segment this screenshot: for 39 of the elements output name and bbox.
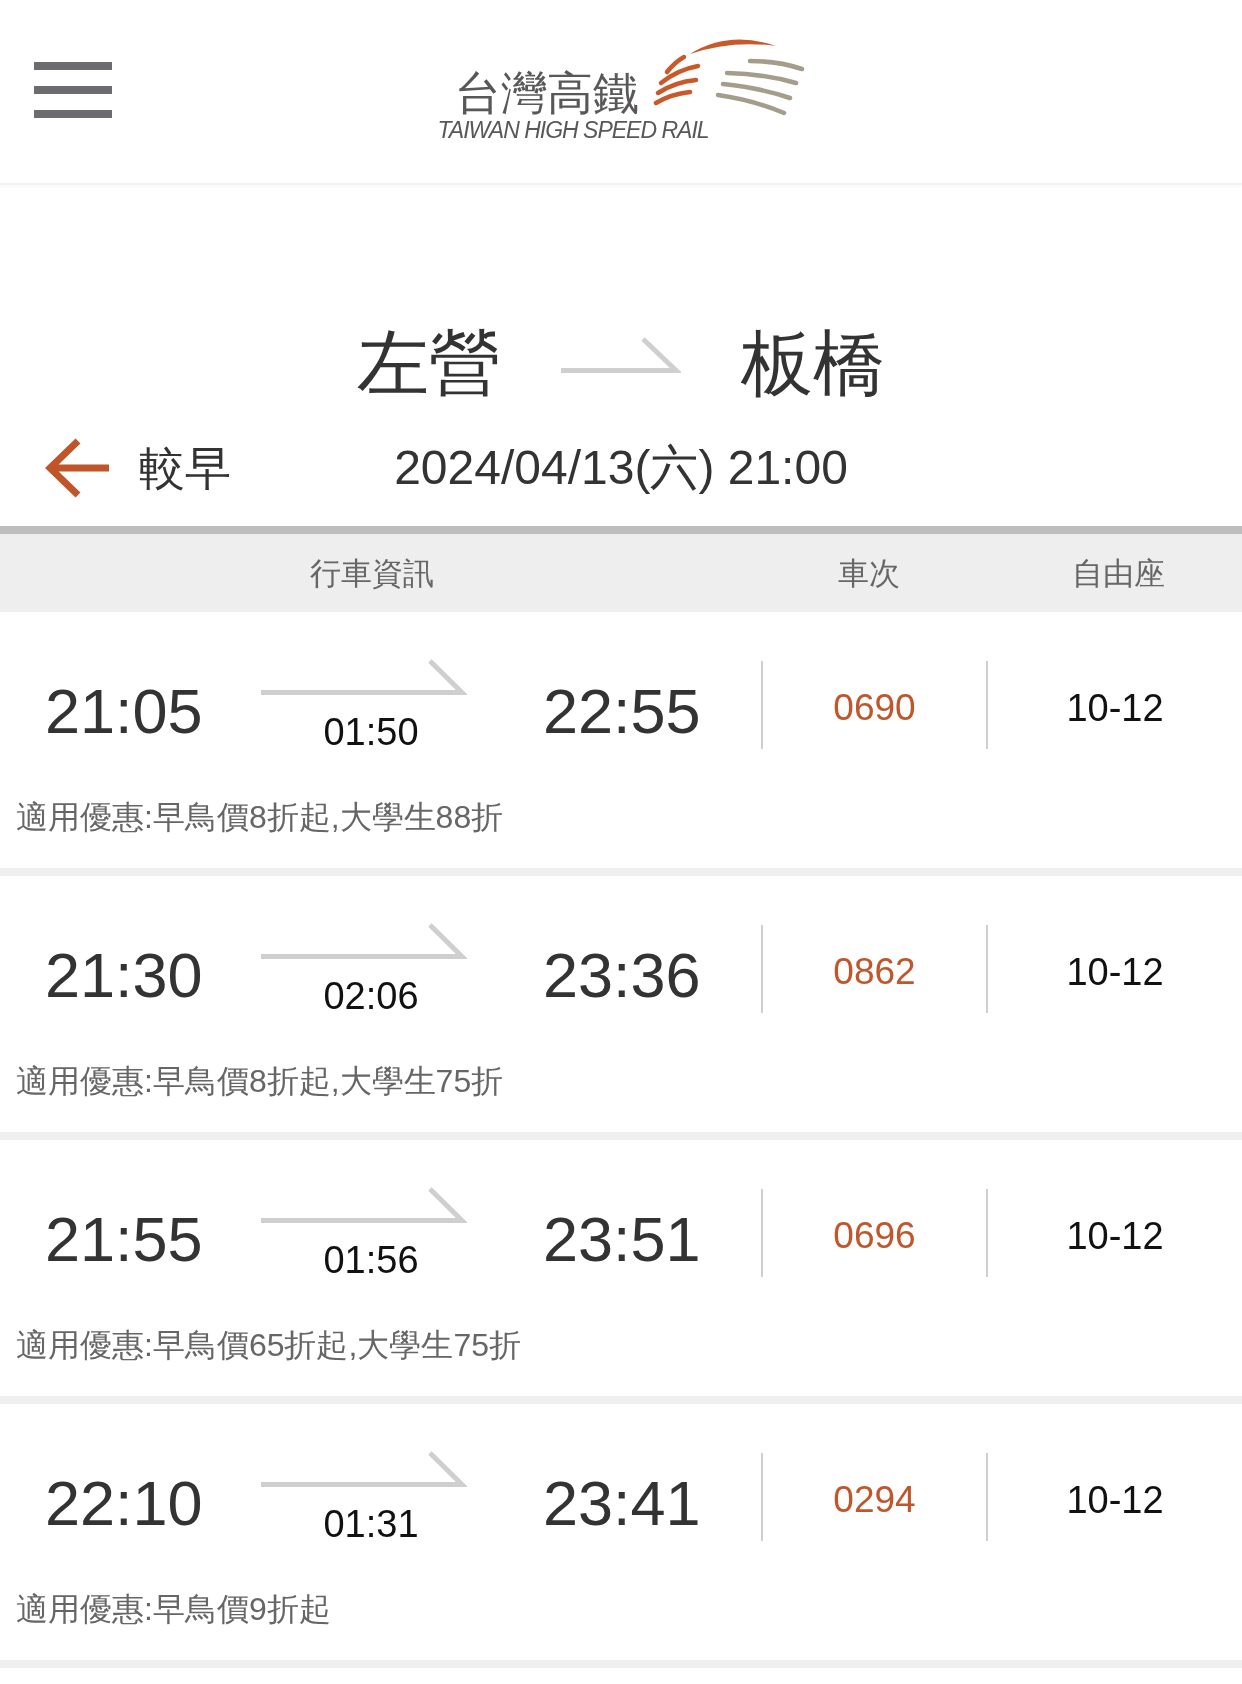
travel-duration: 01:31 [323,1505,419,1543]
destination-station: 板橋 [741,327,885,399]
non-reserved-cars: 10-12 [1066,689,1164,727]
train-row[interactable]: 21:55 01:56 23:51 0696 10-12 適用優惠:早鳥價65折起,大學生75折 [0,1140,1242,1396]
non-reserved-cars: 10-12 [1066,1217,1164,1255]
date-time-text: 2024/04/13(六) 21:00 [394,444,848,492]
train-row[interactable]: 22:10 01:31 23:41 0294 10-12 適用優惠:早鳥價9折起 [0,1404,1242,1660]
earlier-button[interactable]: 較早 [45,437,231,499]
departure-time: 21:55 [45,1208,203,1271]
train-row[interactable]: 21:05 01:50 22:55 0690 10-12 適用優惠:早鳥價8折起,大學生88折 [0,612,1242,868]
column-header: 車次 [838,557,900,589]
left-arrow-icon [45,437,110,499]
arrival-time: 23:36 [543,944,701,1007]
departure-time: 21:05 [45,680,203,743]
travel-duration: 02:06 [323,977,419,1015]
column-header: 自由座 [1071,557,1165,589]
train-number: 0696 [833,1217,916,1254]
logo-subtitle: TAIWAN HIGH SPEED RAIL [437,119,709,142]
origin-station: 左營 [357,327,501,399]
train-number: 0862 [833,953,916,990]
menu-icon[interactable] [34,62,112,118]
logo-title: 台灣高鐵 [454,70,639,116]
column-header: 行車資訊 [310,557,434,589]
train-number: 0294 [833,1481,916,1518]
non-reserved-cars: 10-12 [1066,953,1164,991]
arrival-time: 22:55 [543,680,701,743]
departure-time: 22:10 [45,1472,203,1535]
non-reserved-cars: 10-12 [1066,1481,1164,1519]
discount-text: 適用優惠:早鳥價8折起,大學生88折 [16,801,504,833]
discount-text: 適用優惠:早鳥價8折起,大學生75折 [16,1065,504,1097]
train-row[interactable]: 21:30 02:06 23:36 0862 10-12 適用優惠:早鳥價8折起,大學生75折 [0,876,1242,1132]
travel-duration: 01:56 [323,1241,419,1279]
departure-time: 21:30 [45,944,203,1007]
discount-text: 適用優惠:早鳥價9折起 [16,1593,331,1625]
discount-text: 適用優惠:早鳥價65折起,大學生75折 [16,1329,521,1361]
arrival-time: 23:41 [543,1472,701,1535]
arrival-time: 23:51 [543,1208,701,1271]
train-number: 0690 [833,689,916,726]
travel-duration: 01:50 [323,713,419,751]
